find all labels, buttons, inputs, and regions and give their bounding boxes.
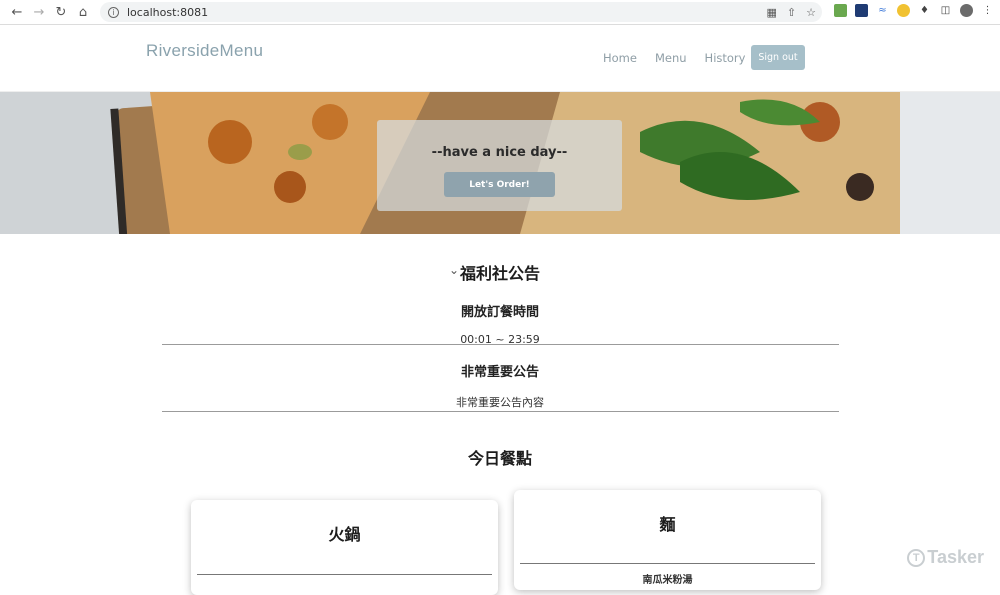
hero-card: --have a nice day-- Let's Order! (377, 120, 622, 211)
watermark-text: Tasker (927, 547, 984, 567)
address-bar[interactable]: i localhost:8081 ▦ ⇧ ☆ (100, 2, 822, 22)
browser-toolbar: ← → ↻ ⌂ i localhost:8081 ▦ ⇧ ☆ ≈ ♦ ◫ ⋮ (0, 0, 1000, 25)
announcement-section: ⌄ 福利社公告 (0, 260, 1000, 284)
sidepanel-icon[interactable]: ◫ (939, 4, 952, 17)
signout-button[interactable]: Sign out (751, 45, 805, 70)
main-nav: Home Menu History (603, 51, 763, 65)
menu-kebab-icon[interactable]: ⋮ (981, 4, 994, 17)
nav-home[interactable]: Home (603, 51, 637, 65)
reload-icon[interactable]: ↻ (50, 1, 72, 23)
announcement-body: 00:01 ~ 23:59 (460, 333, 540, 346)
announcement-item: 開放訂餐時間 00:01 ~ 23:59 (161, 301, 839, 346)
home-icon[interactable]: ⌂ (72, 1, 94, 23)
nav-history[interactable]: History (705, 51, 746, 65)
back-icon[interactable]: ← (6, 1, 28, 23)
announcement-body: 非常重要公告內容 (456, 396, 544, 409)
tasker-logo-icon: T (907, 548, 926, 567)
nav-menu[interactable]: Menu (655, 51, 687, 65)
extension-4-icon[interactable] (897, 4, 910, 17)
announcement-heading: 非常重要公告 (460, 365, 539, 380)
lets-order-button[interactable]: Let's Order! (444, 172, 555, 197)
announcement-title[interactable]: 福利社公告 (0, 260, 1000, 284)
puzzle-icon[interactable]: ♦ (918, 4, 931, 17)
menu-card[interactable]: 火鍋 (191, 500, 498, 595)
site-info-icon[interactable]: i (108, 6, 119, 18)
chevron-down-icon[interactable]: ⌄ (449, 263, 459, 277)
translate-icon[interactable]: ▦ (767, 6, 777, 19)
hero-banner: --have a nice day-- Let's Order! (0, 92, 1000, 234)
bookmark-star-icon[interactable]: ☆ (806, 6, 816, 19)
today-menu-title: 今日餐點 (467, 449, 532, 468)
menu-card-title: 火鍋 (328, 525, 361, 544)
watermark: T Tasker (907, 547, 984, 568)
card-divider (520, 563, 815, 564)
forward-icon[interactable]: → (28, 1, 50, 23)
announcement-item: 非常重要公告 非常重要公告內容 (161, 361, 839, 412)
brand-logo[interactable]: RiversideMenu (146, 41, 263, 61)
extension-1-icon[interactable] (834, 4, 847, 17)
hero-tagline: --have a nice day-- (431, 145, 568, 160)
avatar[interactable] (960, 4, 973, 17)
extension-3-icon[interactable]: ≈ (876, 4, 889, 17)
card-divider (197, 574, 492, 575)
menu-card[interactable]: 麵 南瓜米粉湯 (514, 490, 821, 590)
extensions-bar: ≈ ♦ ◫ ⋮ (834, 4, 994, 17)
menu-card-title: 麵 (659, 515, 676, 534)
share-icon[interactable]: ⇧ (787, 6, 796, 19)
menu-cards: 火鍋 麵 南瓜米粉湯 (0, 490, 1000, 595)
url-text[interactable]: localhost:8081 (127, 6, 208, 19)
extension-2-icon[interactable] (855, 4, 868, 17)
site-header: RiversideMenu Home Menu History Sign out (0, 25, 1000, 92)
announcement-heading: 開放訂餐時間 (460, 305, 539, 320)
